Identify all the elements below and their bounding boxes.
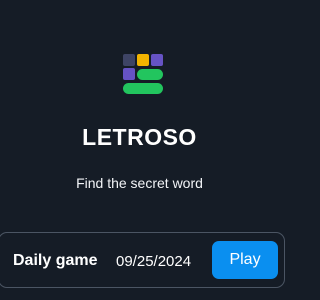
daily-game-date: 09/25/2024 — [116, 253, 192, 270]
daily-game-card: Daily game 09/25/2024 Play — [0, 232, 285, 288]
play-button[interactable]: Play — [212, 241, 278, 279]
letroso-logo-icon — [121, 52, 165, 98]
logo-tile-yellow — [137, 54, 149, 66]
logo-tile-purple-left — [123, 68, 135, 80]
logo-bar-long — [123, 83, 163, 94]
tagline: Find the secret word — [76, 175, 203, 191]
logo-tile-purple — [151, 54, 163, 66]
logo-tile-gray — [123, 54, 135, 66]
logo-bar-short — [137, 68, 163, 80]
app-title: LETROSO — [82, 124, 197, 150]
daily-game-label: Daily game — [13, 252, 98, 269]
